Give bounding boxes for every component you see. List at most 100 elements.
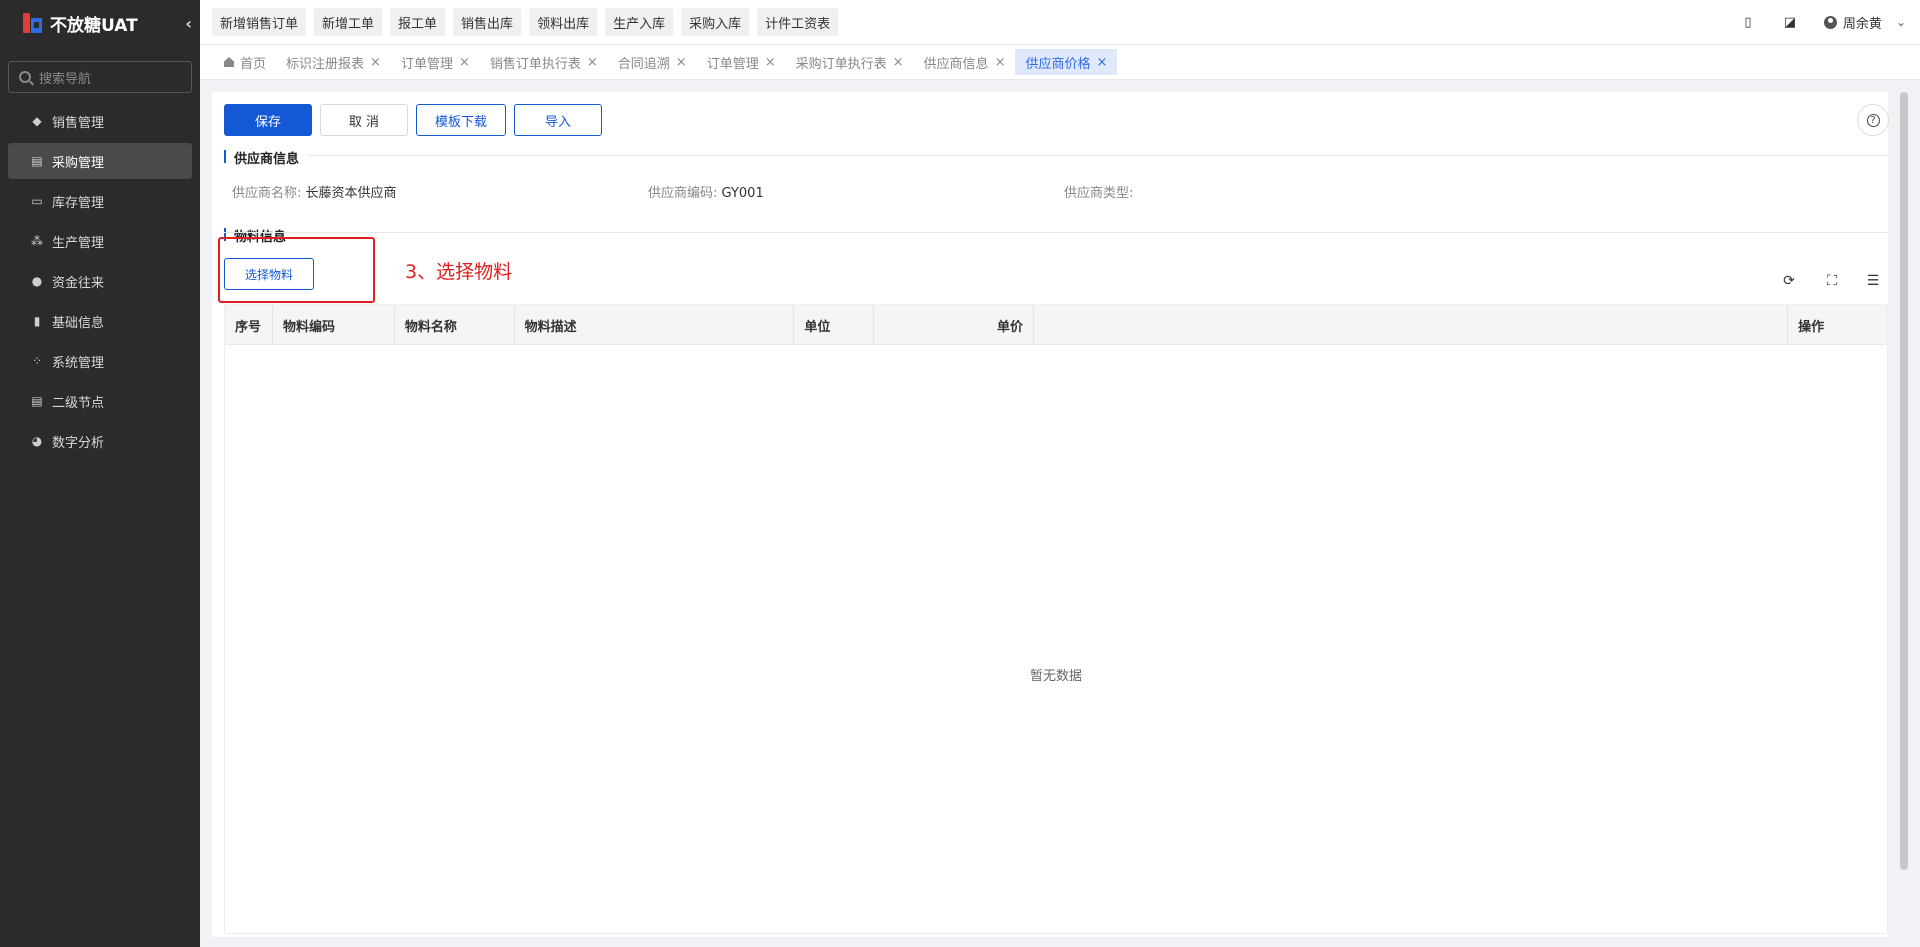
home-icon: [224, 57, 234, 67]
close-icon[interactable]: ×: [995, 55, 1006, 70]
top-bar: 新增销售订单 新增工单 报工单 销售出库 领料出库 生产入库 采购入库 计件工资表 ▯ ◪ 周…: [200, 0, 1920, 45]
sidebar-item[interactable]: ⁂ 生产管理: [8, 223, 192, 259]
search-icon: [19, 71, 31, 83]
sidebar-item[interactable]: ◕ 数字分析: [8, 423, 192, 459]
tab[interactable]: 标识注册报表 ×: [276, 49, 391, 75]
chart-icon: ▮: [33, 314, 41, 328]
empty-state-text: 暂无数据: [1029, 669, 1082, 684]
close-icon[interactable]: ×: [370, 55, 381, 70]
close-icon[interactable]: ×: [459, 55, 470, 70]
scrollbar[interactable]: [1900, 92, 1908, 870]
quick-link-button[interactable]: 新增工单: [314, 8, 383, 36]
supplier-code-value: GY001: [721, 186, 764, 201]
annotation-text: 3、选择物料: [405, 261, 513, 283]
table-header: 序号 物料编码 物料名称 物料描述 单位 单价 操作: [225, 305, 1887, 345]
supplier-code-field: 供应商编码: GY001: [648, 182, 764, 201]
column-header: 物料描述: [515, 305, 795, 345]
close-icon[interactable]: ×: [676, 55, 687, 70]
settings-icon[interactable]: ☰: [1864, 272, 1882, 290]
quick-link-button[interactable]: 销售出库: [453, 8, 522, 36]
sidebar-item-label: 资金往来: [52, 275, 105, 291]
sidebar-item[interactable]: ▭ 库存管理: [8, 183, 192, 219]
sidebar-item-label: 数字分析: [52, 435, 105, 451]
nav-search-input[interactable]: 搜索导航: [8, 61, 192, 93]
sidebar-item-label: 基础信息: [52, 315, 105, 331]
column-header: 物料名称: [395, 305, 515, 345]
chevron-left-icon[interactable]: ‹: [185, 14, 192, 33]
tab-label: 合同追溯: [617, 56, 670, 72]
tag-icon: ◆: [32, 114, 42, 128]
sidebar-item[interactable]: ⁘ 系统管理: [8, 343, 192, 379]
template-download-button[interactable]: 模板下载: [416, 104, 506, 136]
annotation-highlight-box: [218, 237, 375, 303]
tab[interactable]: 首页: [214, 49, 276, 75]
sidebar-item[interactable]: ◆ 销售管理: [8, 103, 192, 139]
tab-label: 供应商信息: [923, 56, 989, 72]
import-button[interactable]: 导入: [514, 104, 602, 136]
tab-label: 订单管理: [400, 56, 453, 72]
user-name[interactable]: 周余黄: [1843, 13, 1882, 32]
fullscreen-icon[interactable]: ⛶: [1823, 272, 1841, 290]
tab-label: 供应商价格: [1025, 56, 1091, 72]
quick-link-button[interactable]: 领料出库: [529, 8, 598, 36]
column-header: 物料编码: [273, 305, 395, 345]
close-icon[interactable]: ×: [587, 55, 598, 70]
close-icon[interactable]: ×: [765, 55, 776, 70]
supplier-name-value: 长藤资本供应商: [305, 186, 397, 201]
close-icon[interactable]: ×: [893, 55, 904, 70]
tab-bar: 首页 标识注册报表 × 订单管理 × 销售订单执行表 × 合同追溯 × 订单管理 × 采购订单执行表 ×…: [200, 45, 1920, 80]
save-button[interactable]: 保存: [224, 104, 312, 136]
sidebar-item-label: 系统管理: [52, 355, 105, 371]
sidebar-item[interactable]: ▮ 基础信息: [8, 303, 192, 339]
refresh-icon[interactable]: ⟳: [1780, 272, 1798, 290]
quick-link-button[interactable]: 新增销售订单: [212, 8, 307, 36]
sidebar-item-label: 二级节点: [52, 395, 105, 411]
quick-link-button[interactable]: 生产入库: [605, 8, 674, 36]
doc-icon: ▤: [31, 394, 43, 408]
divider: [308, 155, 1888, 156]
nodes-icon: ⁂: [31, 234, 43, 248]
tab-label: 标识注册报表: [286, 56, 365, 72]
tab-label: 首页: [240, 56, 267, 72]
sidebar: 不放糖UAT ‹ 搜索导航 ◆ 销售管理 ▤ 采购管理 ▭ 库存管理 ⁂ 生产管理 ● 资金往来 ▮…: [0, 0, 200, 947]
column-header: 序号: [225, 305, 273, 345]
app-logo[interactable]: 不放糖UAT ‹: [0, 0, 200, 46]
cart-icon: ▤: [31, 154, 43, 168]
supplier-section-title: 供应商信息: [224, 148, 299, 167]
quick-link-button[interactable]: 计件工资表: [757, 8, 839, 36]
tab[interactable]: 订单管理 ×: [697, 49, 786, 75]
coin-icon: ●: [31, 274, 43, 288]
user-icon: [1823, 15, 1837, 29]
tab[interactable]: 采购订单执行表 ×: [786, 49, 914, 75]
close-icon[interactable]: ×: [1096, 55, 1107, 70]
tab[interactable]: 合同追溯 ×: [608, 49, 697, 75]
column-header: 单价: [874, 305, 1035, 345]
quick-link-button[interactable]: 报工单: [390, 8, 446, 36]
supplier-code-label: 供应商编码:: [648, 186, 718, 201]
tab-label: 订单管理: [706, 56, 759, 72]
tab[interactable]: 销售订单执行表 ×: [480, 49, 608, 75]
chevron-down-icon[interactable]: ⌄: [1896, 15, 1906, 29]
help-icon: ?: [1866, 113, 1880, 127]
supplier-type-field: 供应商类型:: [1064, 182, 1133, 201]
mobile-icon[interactable]: ▯: [1740, 15, 1756, 30]
tab[interactable]: 供应商信息 ×: [914, 49, 1016, 75]
tab-label: 采购订单执行表: [795, 56, 887, 72]
column-header: 单位: [794, 305, 875, 345]
sidebar-item[interactable]: ● 资金往来: [8, 263, 192, 299]
tab[interactable]: 供应商价格 ×: [1015, 49, 1118, 75]
help-button[interactable]: ?: [1857, 104, 1889, 136]
quick-link-button[interactable]: 采购入库: [681, 8, 750, 36]
tab[interactable]: 订单管理 ×: [391, 49, 480, 75]
cancel-button[interactable]: 取 消: [320, 104, 408, 136]
sidebar-item[interactable]: ▤ 采购管理: [8, 143, 192, 179]
supplier-type-label: 供应商类型:: [1064, 186, 1134, 201]
supplier-name-label: 供应商名称:: [232, 186, 302, 201]
chart-line-icon[interactable]: ◪: [1782, 15, 1798, 30]
sidebar-item-label: 采购管理: [52, 155, 105, 171]
column-header: 操作: [1798, 319, 1825, 335]
sidebar-item-label: 生产管理: [52, 235, 105, 251]
column-header: [1034, 305, 1789, 345]
box-icon: ▭: [31, 194, 43, 208]
sidebar-item[interactable]: ▤ 二级节点: [8, 383, 192, 419]
